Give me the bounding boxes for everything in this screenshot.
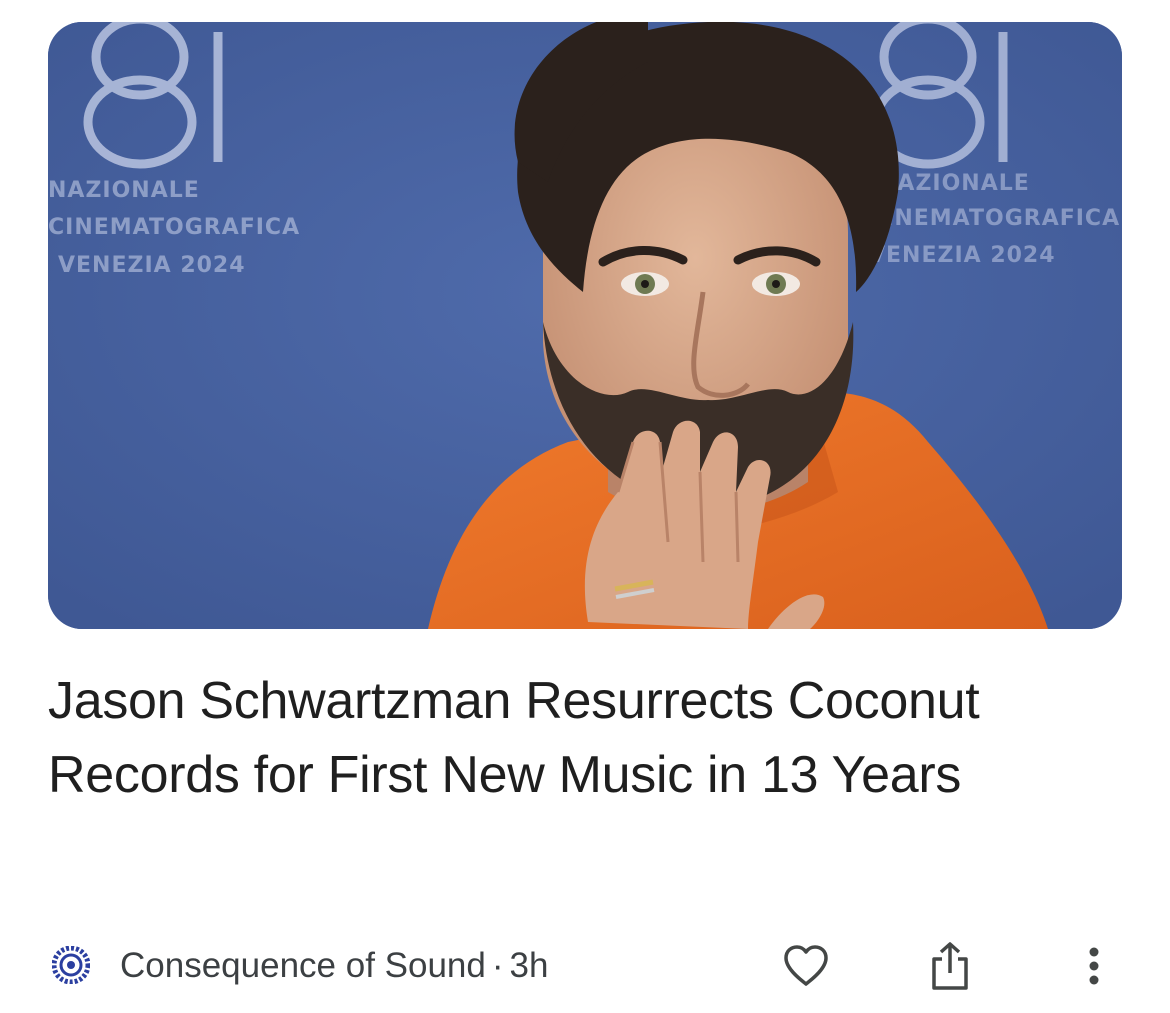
article-meta: Consequence of Sound · 3h (120, 944, 548, 988)
more-options-button[interactable] (1064, 936, 1124, 996)
backdrop-text-right-2: CINEMATOGRAFICA (868, 206, 1120, 231)
news-card[interactable]: NAZIONALE CINEMATOGRAFICA VENEZIA 2024 N… (0, 0, 1170, 1013)
article-photo: NAZIONALE CINEMATOGRAFICA VENEZIA 2024 N… (48, 22, 1122, 629)
share-button[interactable] (920, 936, 980, 996)
backdrop-text-right-1: NAZIONALE (878, 171, 1030, 196)
article-headline[interactable]: Jason Schwartzman Resurrects Coconut Rec… (48, 664, 1128, 812)
source-name[interactable]: Consequence of Sound (120, 946, 486, 985)
source-logo-icon (51, 945, 91, 985)
meta-separator: · (491, 946, 504, 985)
share-icon (932, 942, 968, 990)
backdrop-text-left-3: VENEZIA 2024 (58, 253, 246, 278)
heart-outline-icon (784, 945, 828, 986)
backdrop-text-right-3: VENEZIA 2024 (868, 243, 1056, 268)
backdrop-text-left-1: NAZIONALE (48, 178, 200, 203)
article-image[interactable]: NAZIONALE CINEMATOGRAFICA VENEZIA 2024 N… (48, 22, 1122, 629)
article-footer: Consequence of Sound · 3h (48, 936, 1122, 996)
like-button[interactable] (776, 936, 836, 996)
backdrop-text-left-2: CINEMATOGRAFICA (48, 215, 300, 240)
more-vertical-icon (1089, 947, 1099, 985)
article-age: 3h (509, 946, 549, 985)
